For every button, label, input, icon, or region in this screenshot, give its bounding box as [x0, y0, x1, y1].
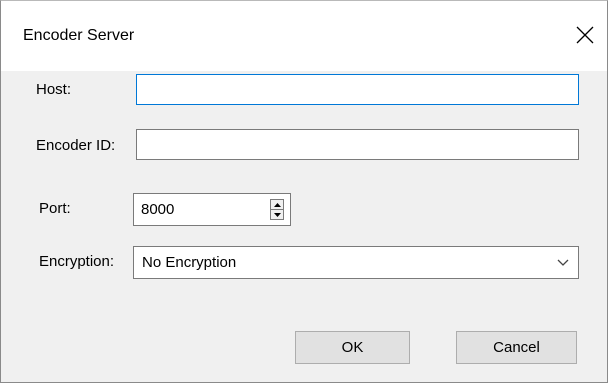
spin-down-icon — [273, 212, 281, 217]
port-label: Port: — [39, 200, 71, 217]
encryption-select[interactable]: No Encryption — [133, 246, 579, 279]
cancel-button[interactable]: Cancel — [456, 331, 577, 364]
spin-up-icon — [273, 202, 281, 207]
encoder-server-dialog: Encoder Server Host: Encoder ID: Port: 8… — [0, 0, 608, 383]
encoder-id-input[interactable] — [136, 129, 579, 160]
window-title: Encoder Server — [23, 27, 135, 44]
host-label: Host: — [36, 81, 72, 98]
port-value: 8000 — [141, 201, 175, 218]
port-increment-button[interactable] — [271, 200, 283, 210]
port-spin-buttons — [270, 199, 284, 220]
title-bar: Encoder Server — [1, 1, 607, 71]
chevron-down-icon — [554, 255, 572, 271]
port-stepper[interactable]: 8000 — [133, 193, 291, 226]
close-button[interactable] — [565, 15, 605, 55]
encryption-selected-value: No Encryption — [142, 254, 237, 271]
encoder-id-label: Encoder ID: — [36, 137, 116, 154]
ok-button[interactable]: OK — [295, 331, 410, 364]
port-decrement-button[interactable] — [271, 210, 283, 219]
encryption-label: Encryption: — [39, 253, 115, 270]
close-icon — [576, 26, 594, 44]
host-input[interactable] — [136, 74, 579, 105]
